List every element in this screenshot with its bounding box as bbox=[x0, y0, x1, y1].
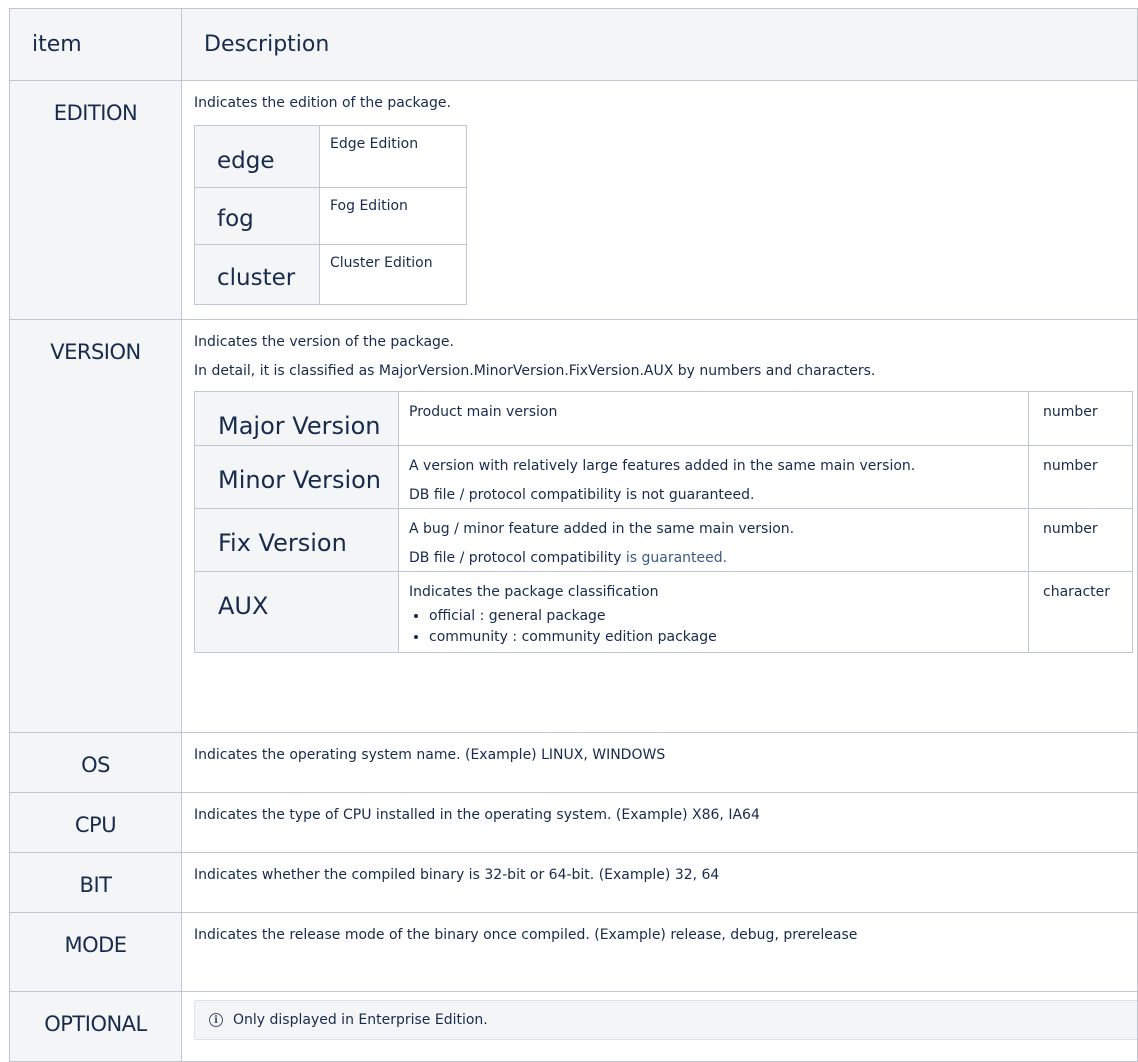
fix-desc-text: DB file / protocol compatibility bbox=[409, 550, 626, 566]
version-part-desc-text: Indicates the package classification bbox=[409, 584, 659, 600]
version-part-name: Major Version bbox=[194, 391, 399, 446]
table-row-os: OS Indicates the operating system name. … bbox=[9, 732, 1138, 793]
version-part-row: Fix Version A bug / minor feature added … bbox=[194, 508, 1133, 572]
version-part-type: character bbox=[1028, 571, 1133, 653]
item-os: OS bbox=[9, 732, 182, 793]
version-part-row: Minor Version A version with relatively … bbox=[194, 445, 1133, 509]
version-part-desc: Product main version bbox=[398, 391, 1029, 446]
version-part-type: number bbox=[1028, 391, 1133, 446]
item-optional: OPTIONAL bbox=[9, 991, 182, 1062]
edition-option-row: edge Edge Edition bbox=[194, 125, 467, 188]
os-description: Indicates the operating system name. (Ex… bbox=[194, 747, 666, 763]
description-bit: Indicates whether the compiled binary is… bbox=[181, 852, 1138, 913]
item-mode: MODE bbox=[9, 912, 182, 992]
table-header-row: item Description bbox=[9, 8, 1138, 81]
edition-option-name: fog bbox=[194, 187, 320, 245]
version-part-name: Minor Version bbox=[194, 445, 399, 509]
version-parts-table: Major Version Product main version numbe… bbox=[194, 391, 1133, 653]
item-edition: EDITION bbox=[9, 80, 182, 320]
item-version: VERSION bbox=[9, 319, 182, 733]
aux-bullet-list: official : general package community : c… bbox=[409, 606, 1028, 648]
version-part-desc-text: DB file / protocol compatibility is guar… bbox=[409, 548, 1028, 568]
version-part-desc-text: Product main version bbox=[409, 404, 558, 420]
table-row-edition: EDITION Indicates the edition of the pac… bbox=[9, 80, 1138, 320]
table-row-version: VERSION Indicates the version of the pac… bbox=[9, 319, 1138, 733]
version-part-desc-text: A bug / minor feature added in the same … bbox=[409, 521, 795, 537]
cpu-description: Indicates the type of CPU installed in t… bbox=[194, 807, 760, 823]
info-panel-text: Only displayed in Enterprise Edition. bbox=[233, 1012, 488, 1028]
header-description: Description bbox=[181, 8, 1138, 81]
fix-desc-highlight: is guaranteed. bbox=[625, 550, 728, 566]
description-mode: Indicates the release mode of the binary… bbox=[181, 912, 1138, 992]
item-cpu: CPU bbox=[9, 792, 182, 853]
mode-description: Indicates the release mode of the binary… bbox=[194, 927, 858, 943]
version-part-desc: A version with relatively large features… bbox=[398, 445, 1029, 509]
edition-option-name: edge bbox=[194, 125, 320, 188]
aux-bullet-item: official : general package bbox=[429, 606, 1028, 627]
version-part-row: AUX Indicates the package classification… bbox=[194, 571, 1133, 653]
description-optional: i Only displayed in Enterprise Edition. bbox=[181, 991, 1138, 1062]
item-bit: BIT bbox=[9, 852, 182, 913]
version-part-name: AUX bbox=[194, 571, 399, 653]
version-part-desc: A bug / minor feature added in the same … bbox=[398, 508, 1029, 572]
edition-option-label: Edge Edition bbox=[319, 125, 467, 188]
description-cpu: Indicates the type of CPU installed in t… bbox=[181, 792, 1138, 853]
bit-description: Indicates whether the compiled binary is… bbox=[194, 867, 720, 883]
version-part-type: number bbox=[1028, 445, 1133, 509]
version-description-1: Indicates the version of the package. bbox=[194, 334, 454, 350]
package-name-table: item Description EDITION Indicates the e… bbox=[9, 8, 1138, 1062]
table-row-optional: OPTIONAL i Only displayed in Enterprise … bbox=[9, 991, 1138, 1062]
description-os: Indicates the operating system name. (Ex… bbox=[181, 732, 1138, 793]
description-version: Indicates the version of the package. In… bbox=[181, 319, 1138, 733]
aux-bullet-item: community : community edition package bbox=[429, 627, 1028, 648]
description-edition: Indicates the edition of the package. ed… bbox=[181, 80, 1138, 320]
edition-options-table: edge Edge Edition fog Fog Edition cluste… bbox=[194, 125, 467, 305]
edition-option-row: fog Fog Edition bbox=[194, 187, 467, 245]
edition-option-label: Cluster Edition bbox=[319, 244, 467, 305]
info-panel: i Only displayed in Enterprise Edition. bbox=[194, 1000, 1138, 1040]
version-part-name: Fix Version bbox=[194, 508, 399, 572]
version-part-type: number bbox=[1028, 508, 1133, 572]
header-item: item bbox=[9, 8, 182, 81]
table-row-bit: BIT Indicates whether the compiled binar… bbox=[9, 852, 1138, 913]
version-part-row: Major Version Product main version numbe… bbox=[194, 391, 1133, 446]
info-icon: i bbox=[209, 1013, 223, 1027]
edition-option-name: cluster bbox=[194, 244, 320, 305]
edition-option-label: Fog Edition bbox=[319, 187, 467, 245]
version-part-desc: Indicates the package classification off… bbox=[398, 571, 1029, 653]
table-row-mode: MODE Indicates the release mode of the b… bbox=[9, 912, 1138, 992]
table-row-cpu: CPU Indicates the type of CPU installed … bbox=[9, 792, 1138, 853]
edition-description: Indicates the edition of the package. bbox=[194, 95, 451, 111]
version-part-desc-text: A version with relatively large features… bbox=[409, 458, 916, 474]
version-part-desc-text: DB file / protocol compatibility is not … bbox=[409, 487, 755, 503]
version-description-2: In detail, it is classified as MajorVers… bbox=[194, 363, 876, 379]
edition-option-row: cluster Cluster Edition bbox=[194, 244, 467, 305]
